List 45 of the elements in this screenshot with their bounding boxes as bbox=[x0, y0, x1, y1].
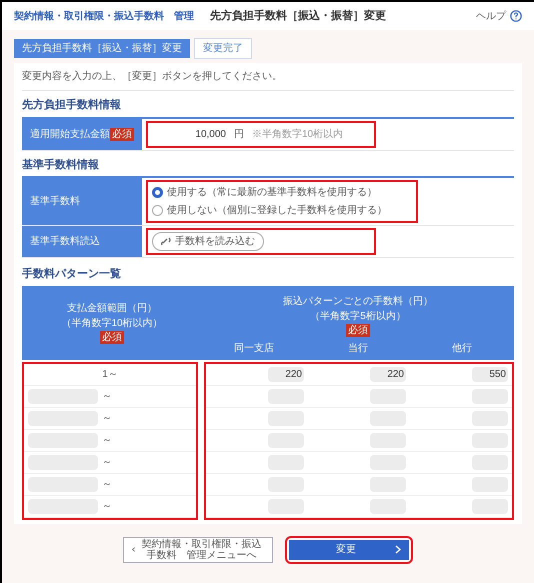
field-label: 基準手数料読込 bbox=[30, 234, 100, 249]
input-note: ※半角数字10桁以内 bbox=[252, 128, 344, 142]
amount-range-text: 1～ bbox=[101, 368, 119, 382]
range-tilde: ～ bbox=[102, 412, 112, 426]
radio-label: 使用する（常に最新の基準手数料を使用する） bbox=[167, 186, 377, 200]
column-header: 同一支店 bbox=[233, 342, 275, 356]
column-header: 他行 bbox=[451, 342, 473, 356]
field-label: 適用開始支払金額 bbox=[30, 128, 110, 142]
fee-field[interactable]: 220 bbox=[370, 366, 406, 382]
column-note: （半角数字10桁以内） bbox=[61, 316, 163, 331]
instruction-text: 変更内容を入力の上、［変更］ボタンを押してください。 bbox=[22, 63, 514, 91]
section-title: 基準手数料情報 bbox=[22, 158, 100, 172]
field-label: 基準手数料 bbox=[30, 194, 80, 209]
required-badge: 必須 bbox=[346, 324, 370, 336]
link-icon bbox=[161, 236, 171, 246]
progress-step: 変更完了 bbox=[194, 38, 252, 59]
load-fees-button[interactable]: 手数料を読み込む bbox=[152, 232, 264, 251]
section-title: 先方負担手数料情報 bbox=[22, 98, 122, 113]
range-tilde: ～ bbox=[102, 478, 112, 492]
unit-label: 円 bbox=[234, 128, 244, 142]
column-header: 当行 bbox=[347, 342, 369, 356]
help-link[interactable]: ヘルプ bbox=[476, 8, 522, 24]
range-tilde: ～ bbox=[102, 456, 112, 470]
fee-field[interactable]: 220 bbox=[268, 366, 304, 382]
required-badge: 必須 bbox=[100, 331, 124, 344]
radio-label: 使用しない（個別に登録した手数料を使用する） bbox=[167, 204, 387, 218]
radio-button[interactable] bbox=[152, 187, 163, 198]
column-header: 支払金額範囲（円） bbox=[67, 302, 157, 316]
chevron-left-icon bbox=[132, 545, 136, 554]
progress-step: 先方負担手数料［振込・振替］変更 bbox=[14, 39, 190, 58]
submit-button[interactable]: 変更 bbox=[289, 540, 409, 560]
required-badge: 必須 bbox=[110, 128, 134, 140]
chevron-right-icon bbox=[395, 545, 401, 554]
breadcrumb-link[interactable]: 契約情報・取引権限・振込手数料 管理 bbox=[14, 8, 194, 24]
range-tilde: ～ bbox=[102, 390, 112, 404]
range-tilde: ～ bbox=[102, 434, 112, 448]
help-icon bbox=[510, 10, 522, 22]
radio-button[interactable] bbox=[152, 205, 163, 216]
range-tilde: ～ bbox=[102, 500, 112, 514]
column-note: （半角数字5桁以内） bbox=[310, 310, 406, 324]
column-header: 振込パターンごとの手数料（円） bbox=[283, 294, 433, 308]
fee-field[interactable]: 550 bbox=[472, 366, 508, 382]
section-title: 手数料パターン一覧 bbox=[22, 266, 122, 282]
page-title: 先方負担手数料［振込・振替］変更 bbox=[210, 8, 386, 24]
back-button[interactable]: 契約情報・取引権限・振込手数料 管理メニューへ bbox=[123, 536, 273, 562]
